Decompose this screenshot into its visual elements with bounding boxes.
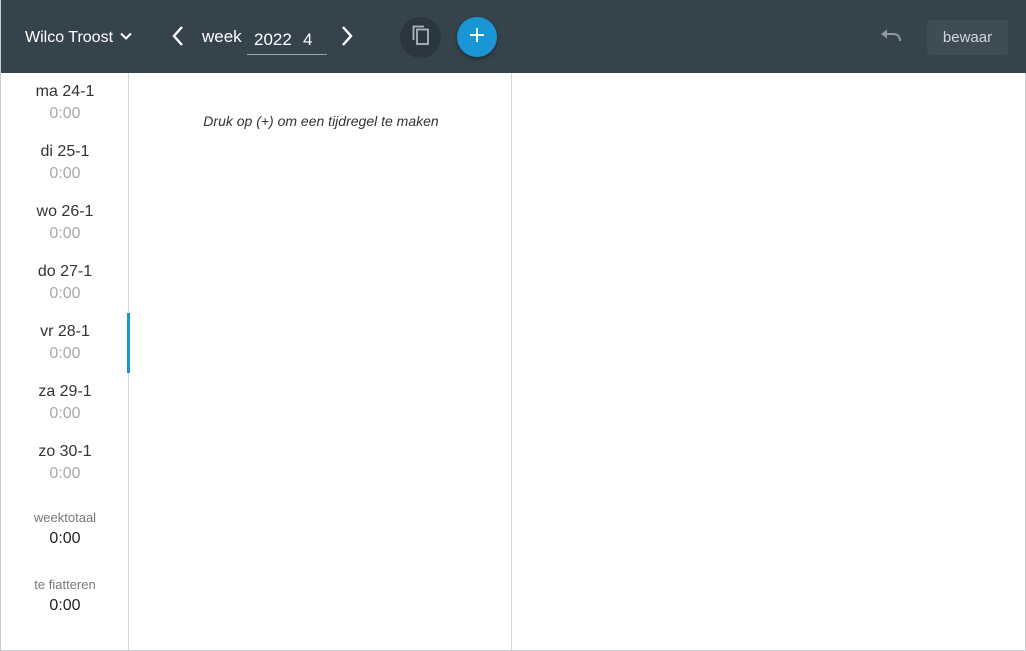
day-item-sunday[interactable]: zo 30-1 0:00 bbox=[1, 433, 129, 493]
chevron-down-icon bbox=[119, 29, 133, 48]
day-label: ma 24-1 bbox=[35, 83, 95, 100]
week-number-field[interactable]: 4 bbox=[293, 30, 323, 50]
to-approve-value: 0:00 bbox=[49, 597, 81, 614]
to-approve-label: te fiatteren bbox=[34, 577, 96, 592]
day-item-thursday[interactable]: do 27-1 0:00 bbox=[1, 253, 129, 313]
week-label: week bbox=[202, 27, 242, 46]
day-item-friday[interactable]: vr 28-1 0:00 bbox=[1, 313, 130, 373]
day-hours: 0:00 bbox=[49, 105, 81, 122]
day-hours: 0:00 bbox=[49, 405, 81, 422]
undo-button[interactable] bbox=[877, 25, 905, 51]
week-selector: 2022 4 bbox=[247, 26, 327, 55]
chevron-left-icon bbox=[171, 25, 185, 52]
day-label: vr 28-1 bbox=[40, 323, 90, 340]
copy-icon bbox=[411, 24, 431, 51]
day-label: di 25-1 bbox=[40, 143, 90, 160]
day-list: ma 24-1 0:00 di 25-1 0:00 wo 26-1 0:00 d… bbox=[1, 73, 130, 651]
day-label: za 29-1 bbox=[38, 383, 92, 400]
week-total-value: 0:00 bbox=[49, 530, 81, 547]
timesheet-app: Wilco Troost week 2022 4 bewaar ma 24-1 … bbox=[0, 0, 1026, 651]
day-hours: 0:00 bbox=[49, 345, 81, 362]
undo-icon bbox=[880, 28, 902, 49]
day-hours: 0:00 bbox=[49, 225, 81, 242]
empty-state-hint: Druk op (+) om een tijdregel te maken bbox=[203, 113, 439, 129]
day-hours: 0:00 bbox=[49, 165, 81, 182]
day-hours: 0:00 bbox=[49, 465, 81, 482]
copy-button[interactable] bbox=[400, 17, 441, 58]
day-item-wednesday[interactable]: wo 26-1 0:00 bbox=[1, 193, 129, 253]
week-total: weektotaal 0:00 bbox=[1, 510, 129, 548]
plus-icon bbox=[469, 27, 485, 48]
day-item-tuesday[interactable]: di 25-1 0:00 bbox=[1, 133, 129, 193]
user-menu[interactable]: Wilco Troost bbox=[25, 26, 133, 50]
time-entries-panel: Druk op (+) om een tijdregel te maken bbox=[130, 73, 512, 651]
save-button[interactable]: bewaar bbox=[927, 20, 1008, 55]
year-field[interactable]: 2022 bbox=[247, 30, 293, 50]
day-label: zo 30-1 bbox=[38, 443, 92, 460]
next-week-button[interactable] bbox=[336, 24, 358, 52]
top-bar: Wilco Troost week 2022 4 bewaar bbox=[1, 0, 1026, 73]
day-label: wo 26-1 bbox=[36, 203, 94, 220]
previous-week-button[interactable] bbox=[167, 24, 189, 52]
entry-detail-panel bbox=[513, 73, 1025, 651]
chevron-right-icon bbox=[340, 25, 354, 52]
week-total-label: weektotaal bbox=[33, 510, 97, 525]
day-item-saturday[interactable]: za 29-1 0:00 bbox=[1, 373, 129, 433]
to-approve-total: te fiatteren 0:00 bbox=[1, 577, 129, 615]
add-time-entry-button[interactable] bbox=[457, 17, 497, 57]
day-item-monday[interactable]: ma 24-1 0:00 bbox=[1, 73, 129, 133]
day-hours: 0:00 bbox=[49, 285, 81, 302]
day-label: do 27-1 bbox=[37, 263, 93, 280]
user-name: Wilco Troost bbox=[25, 29, 114, 46]
